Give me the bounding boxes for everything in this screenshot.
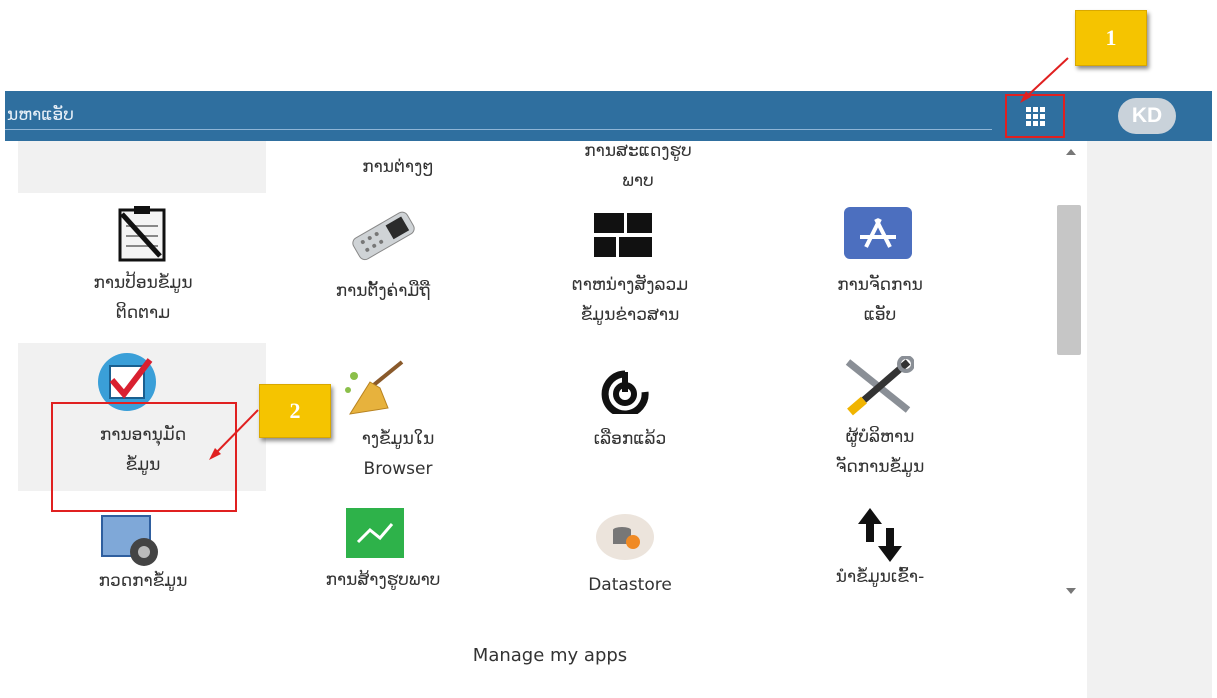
annotation-arrows	[209, 57, 1069, 460]
arrow-to-apps-button	[1023, 57, 1069, 100]
arrow-to-approval	[212, 409, 259, 457]
